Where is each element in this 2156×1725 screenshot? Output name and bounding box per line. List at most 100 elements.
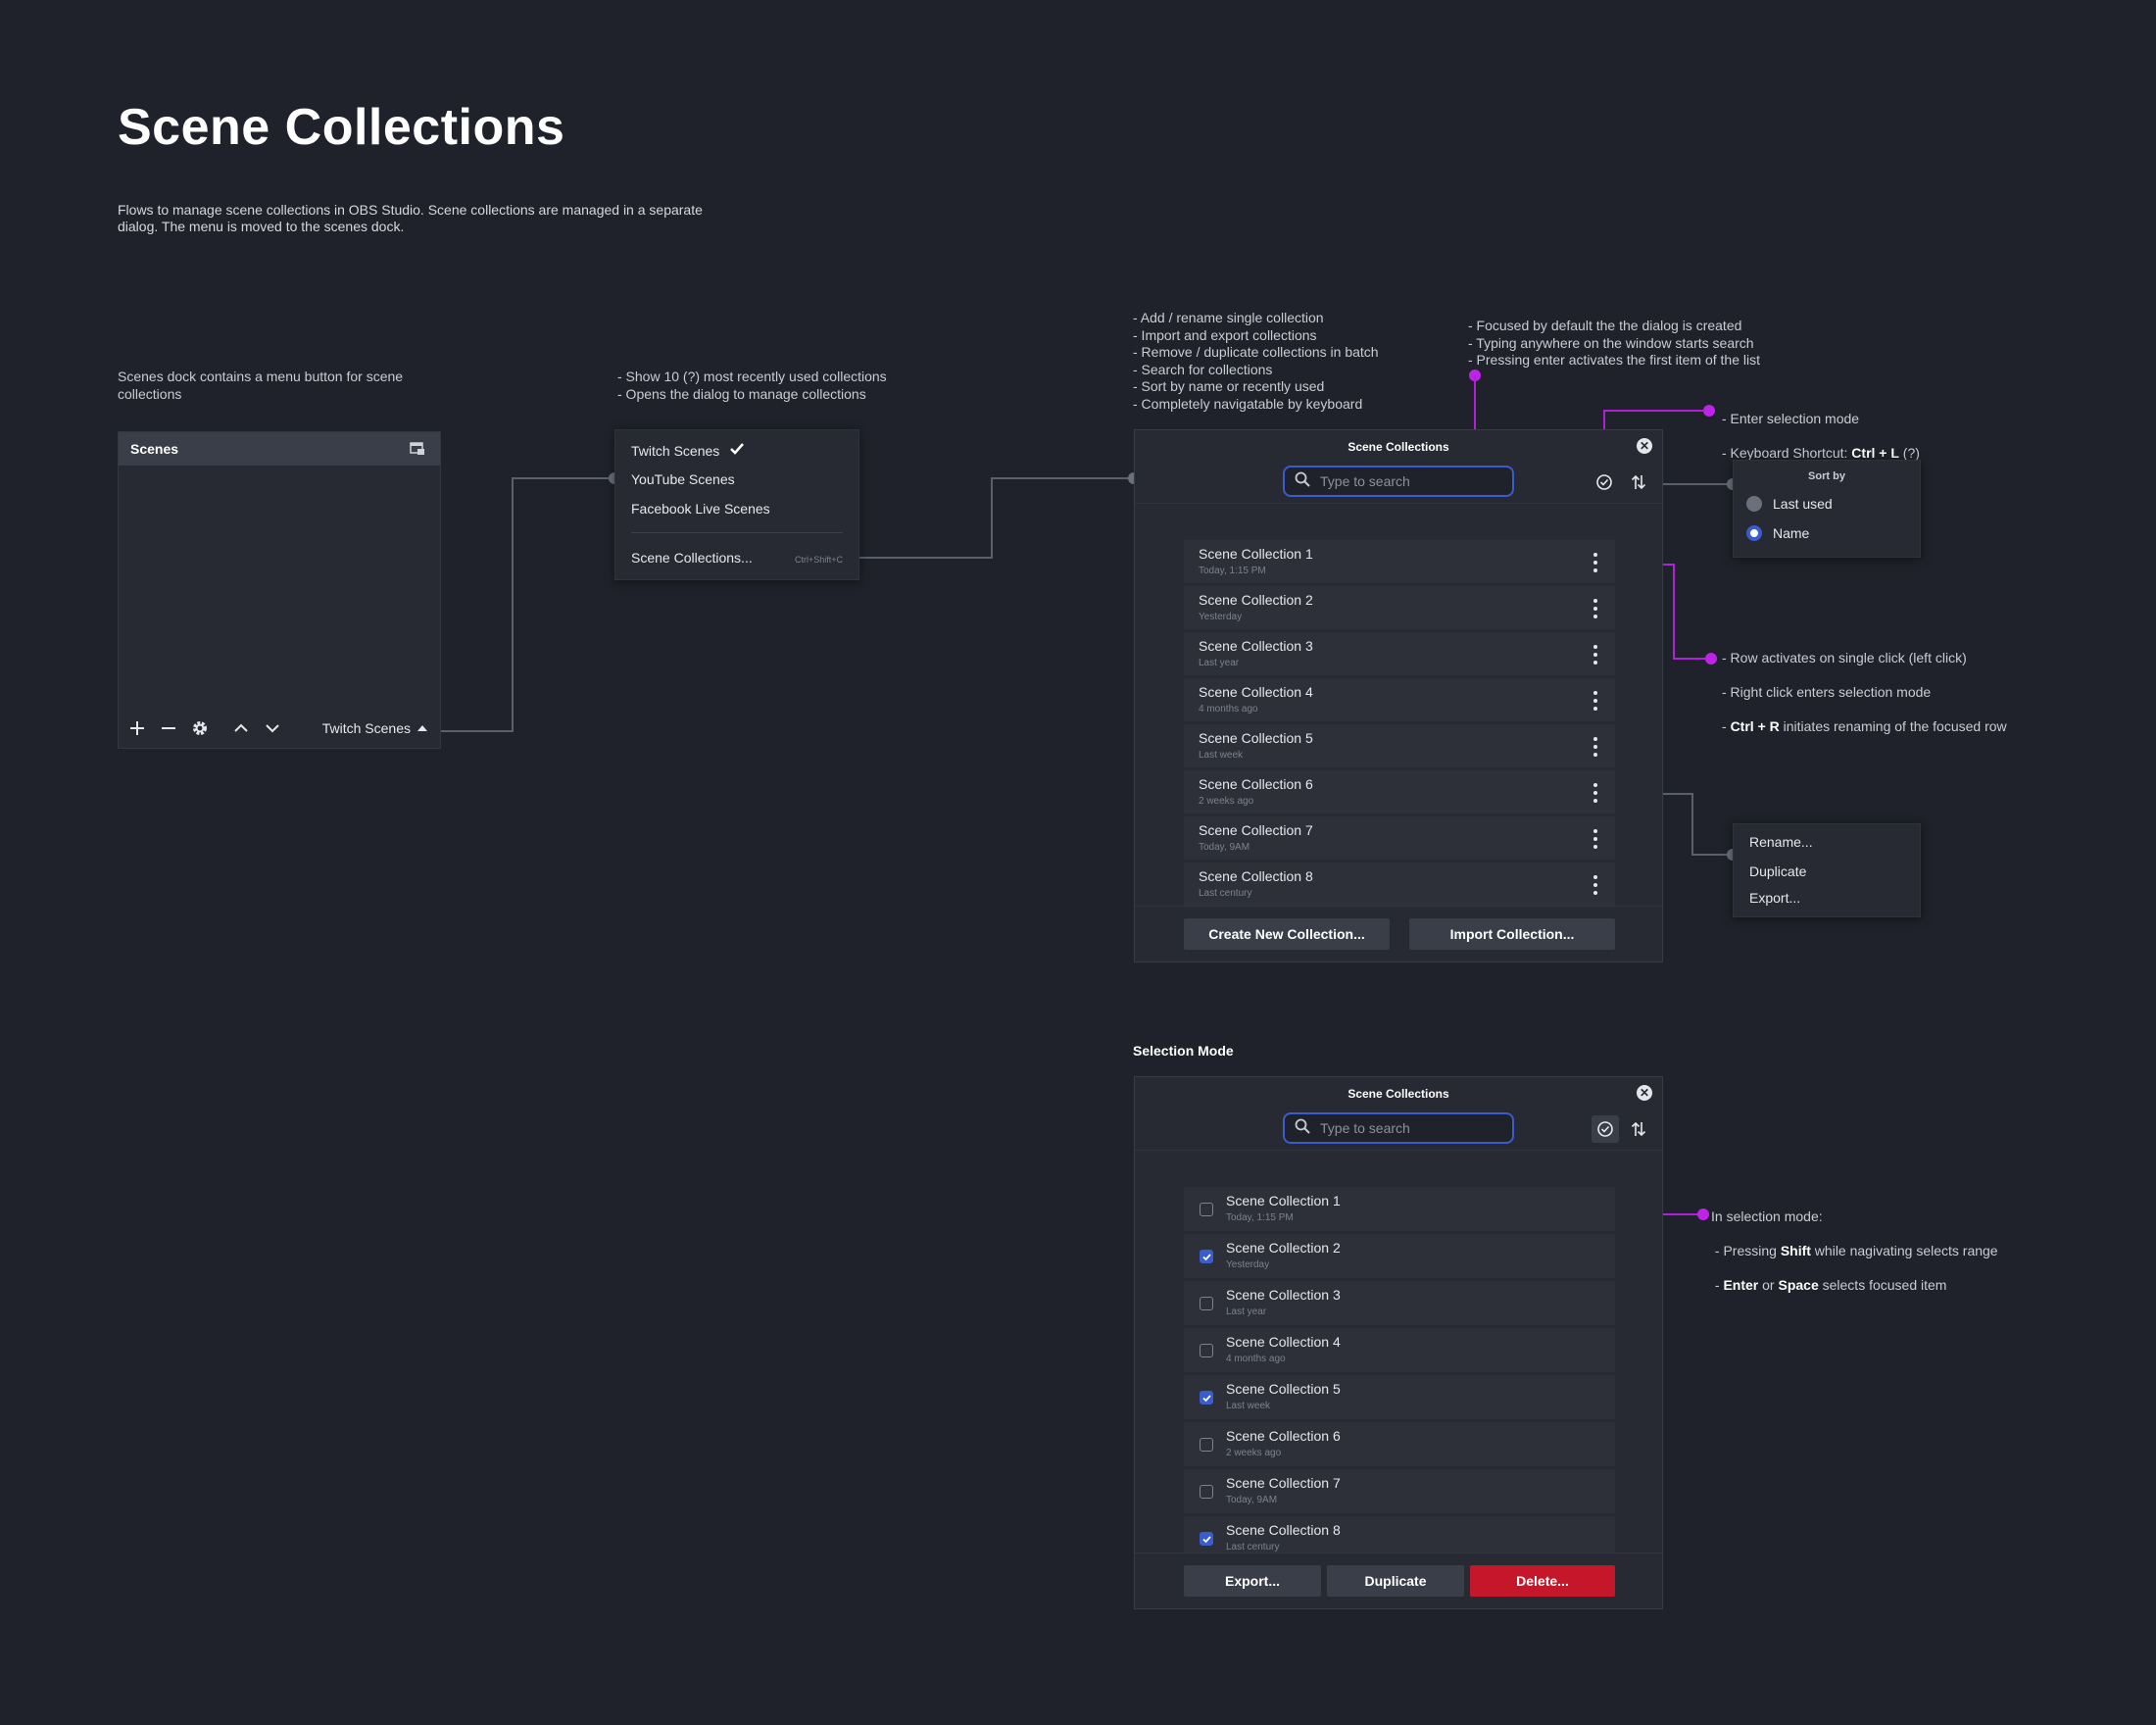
more-options-icon[interactable] xyxy=(1592,599,1599,618)
search-icon xyxy=(1295,471,1310,492)
more-options-icon[interactable] xyxy=(1592,737,1599,757)
collection-row[interactable]: Scene Collection 6 2 weeks ago xyxy=(1184,770,1615,813)
collection-row[interactable]: Scene Collection 1 Today, 1:15 PM xyxy=(1184,540,1615,583)
caret-up-icon xyxy=(416,720,428,736)
collection-last-used: 2 weeks ago xyxy=(1199,796,1254,807)
more-options-icon[interactable] xyxy=(1592,875,1599,895)
more-options-icon[interactable] xyxy=(1592,829,1599,849)
menu-shortcut: Ctrl+Shift+C xyxy=(794,555,843,565)
collection-last-used: 2 weeks ago xyxy=(1226,1448,1282,1458)
row-checkbox[interactable] xyxy=(1200,1391,1213,1405)
delete-button[interactable]: Delete... xyxy=(1470,1565,1615,1597)
row-checkbox[interactable] xyxy=(1200,1203,1213,1216)
dialog-footer: Create New Collection... Import Collecti… xyxy=(1135,906,1662,961)
connector-line xyxy=(859,557,992,559)
collection-row[interactable]: Scene Collection 5 Last week xyxy=(1184,1375,1615,1419)
chevron-up-icon[interactable] xyxy=(230,717,252,739)
collection-row[interactable]: Scene Collection 4 4 months ago xyxy=(1184,678,1615,721)
collection-row[interactable]: Scene Collection 6 2 weeks ago xyxy=(1184,1422,1615,1466)
dialog-footer: Export... Duplicate Delete... xyxy=(1135,1552,1662,1608)
sort-radio-last-used[interactable] xyxy=(1746,496,1762,512)
collection-row[interactable]: Scene Collection 3 Last year xyxy=(1184,632,1615,675)
collection-row[interactable]: Scene Collection 3 Last year xyxy=(1184,1281,1615,1325)
menu-item-manage-collections[interactable]: Scene Collections... xyxy=(631,550,753,566)
collection-row[interactable]: Scene Collection 7 Today, 9AM xyxy=(1184,816,1615,860)
collection-last-used: Yesterday xyxy=(1226,1259,1270,1270)
search-icon xyxy=(1295,1118,1310,1139)
page-description: Flows to manage scene collections in OBS… xyxy=(118,202,703,234)
context-item-rename[interactable]: Rename... xyxy=(1749,834,1813,850)
close-icon[interactable]: ✕ xyxy=(1637,438,1652,454)
dock-header: Scenes xyxy=(119,432,440,466)
collection-name: Scene Collection 2 xyxy=(1226,1240,1341,1256)
annotation-line xyxy=(1603,410,1705,412)
collection-row[interactable]: Scene Collection 2 Yesterday xyxy=(1184,1234,1615,1278)
collection-name: Scene Collection 5 xyxy=(1199,730,1313,746)
annotation-line xyxy=(1673,564,1675,659)
chevron-down-icon[interactable] xyxy=(262,717,283,739)
collection-name: Scene Collection 4 xyxy=(1226,1334,1341,1350)
search-input[interactable] xyxy=(1318,472,1489,490)
duplicate-button[interactable]: Duplicate xyxy=(1327,1565,1464,1597)
page-title: Scene Collections xyxy=(118,99,565,156)
row-checkbox[interactable] xyxy=(1200,1250,1213,1263)
create-collection-button[interactable]: Create New Collection... xyxy=(1184,918,1390,950)
more-options-icon[interactable] xyxy=(1592,783,1599,803)
more-options-icon[interactable] xyxy=(1592,553,1599,572)
collection-row[interactable]: Scene Collection 4 4 months ago xyxy=(1184,1328,1615,1372)
export-button[interactable]: Export... xyxy=(1184,1565,1321,1597)
collection-name: Scene Collection 7 xyxy=(1199,822,1313,838)
collection-name: Scene Collection 7 xyxy=(1226,1475,1341,1491)
minus-icon[interactable] xyxy=(158,717,179,739)
menu-divider xyxy=(631,532,843,533)
row-checkbox[interactable] xyxy=(1200,1344,1213,1357)
menu-item-twitch-scenes[interactable]: Twitch Scenes xyxy=(631,442,745,459)
more-options-icon[interactable] xyxy=(1592,645,1599,665)
search-field[interactable] xyxy=(1283,466,1514,497)
undock-icon[interactable] xyxy=(407,438,428,460)
sort-option-last-used: Last used xyxy=(1773,496,1833,512)
row-behaviour-note: - Row activates on single click (left cl… xyxy=(1722,649,2007,734)
close-icon[interactable]: ✕ xyxy=(1637,1085,1652,1101)
collection-row[interactable]: Scene Collection 7 Today, 9AM xyxy=(1184,1469,1615,1513)
collection-last-used: Today, 1:15 PM xyxy=(1226,1212,1294,1223)
search-field[interactable] xyxy=(1283,1112,1514,1144)
collection-name: Scene Collection 5 xyxy=(1226,1381,1341,1397)
collection-row[interactable]: Scene Collection 1 Today, 1:15 PM xyxy=(1184,1187,1615,1231)
collection-row[interactable]: Scene Collection 5 Last week xyxy=(1184,724,1615,767)
sort-icon[interactable] xyxy=(1628,471,1649,493)
annotation-dot xyxy=(1697,1208,1709,1220)
import-collection-button[interactable]: Import Collection... xyxy=(1409,918,1615,950)
row-checkbox[interactable] xyxy=(1200,1532,1213,1546)
sort-icon[interactable] xyxy=(1628,1118,1649,1140)
scene-collections-dialog-selection-mode: Scene Collections ✕ Scene Collection 1 To… xyxy=(1134,1076,1663,1609)
row-checkbox[interactable] xyxy=(1200,1438,1213,1452)
row-context-menu: Rename... Duplicate Export... xyxy=(1733,823,1921,917)
gear-icon[interactable] xyxy=(189,717,211,739)
collection-name: Scene Collection 6 xyxy=(1199,776,1313,792)
annotation-dot xyxy=(1705,653,1717,665)
collection-name: Scene Collection 3 xyxy=(1199,638,1313,654)
scene-collection-menu-button[interactable]: Twitch Scenes xyxy=(322,720,432,736)
collection-row[interactable]: Scene Collection 2 Yesterday xyxy=(1184,586,1615,629)
context-item-export[interactable]: Export... xyxy=(1749,890,1800,906)
selection-mode-behaviour-note: In selection mode: - Pressing Shift whil… xyxy=(1711,1208,1998,1293)
collection-name: Scene Collection 4 xyxy=(1199,684,1313,700)
selection-mode-icon[interactable] xyxy=(1593,471,1615,493)
menu-item-facebook-live-scenes[interactable]: Facebook Live Scenes xyxy=(631,501,770,517)
search-input[interactable] xyxy=(1318,1119,1489,1137)
more-options-icon[interactable] xyxy=(1592,691,1599,711)
collection-last-used: Last week xyxy=(1199,750,1244,761)
connector-line xyxy=(991,477,1134,479)
connector-line xyxy=(991,477,993,559)
sort-radio-name[interactable] xyxy=(1746,525,1762,541)
context-item-duplicate[interactable]: Duplicate xyxy=(1749,863,1806,879)
menu-item-youtube-scenes[interactable]: YouTube Scenes xyxy=(631,471,735,487)
collection-last-used: Last week xyxy=(1226,1401,1271,1411)
collection-row[interactable]: Scene Collection 8 Last century xyxy=(1184,862,1615,906)
row-checkbox[interactable] xyxy=(1200,1485,1213,1499)
row-checkbox[interactable] xyxy=(1200,1297,1213,1310)
plus-icon[interactable] xyxy=(126,717,148,739)
collection-name: Scene Collection 8 xyxy=(1199,868,1313,884)
selection-mode-icon[interactable] xyxy=(1592,1115,1619,1143)
